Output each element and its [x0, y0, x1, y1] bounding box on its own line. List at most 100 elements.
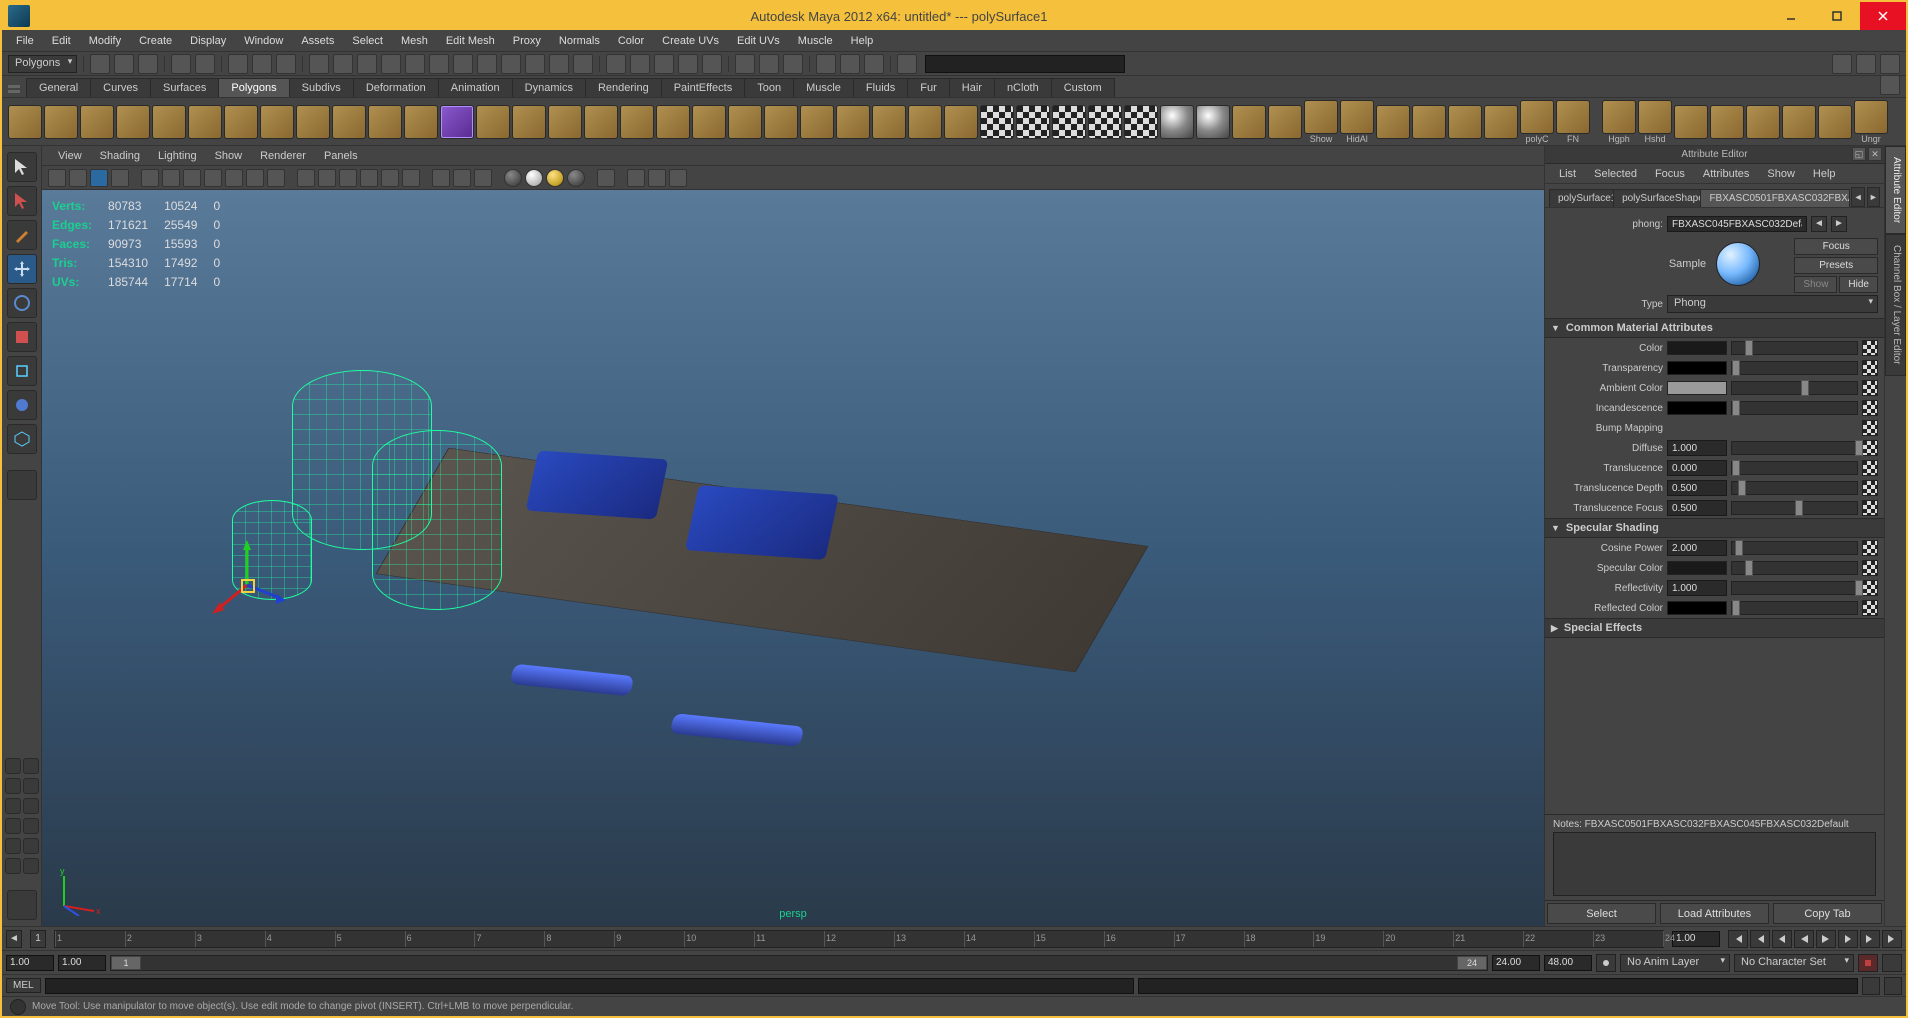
lasso-tool[interactable] — [7, 186, 37, 216]
snap-plane-icon[interactable] — [678, 54, 698, 74]
vp-menu-shading[interactable]: Shading — [92, 148, 148, 164]
script-editor-icon[interactable] — [1862, 977, 1880, 995]
vp-safe-action-icon[interactable] — [246, 169, 264, 187]
vp-image-plane-icon[interactable] — [90, 169, 108, 187]
shelf-button[interactable] — [1818, 105, 1852, 139]
show-button[interactable]: Show — [1794, 276, 1837, 293]
section-special-effects[interactable]: ▶Special Effects — [1545, 618, 1884, 638]
vp-wireframe-icon[interactable] — [297, 169, 315, 187]
scale-tool[interactable] — [7, 322, 37, 352]
vp-hq-icon[interactable] — [402, 169, 420, 187]
anim-start-field[interactable] — [6, 955, 54, 971]
attr-tab-nav-icon[interactable]: ◄ — [1851, 187, 1864, 207]
vp-gate-mask-icon[interactable] — [204, 169, 222, 187]
color-swatch[interactable] — [1667, 381, 1727, 395]
map-button-icon[interactable] — [1862, 480, 1878, 496]
map-button-icon[interactable] — [1862, 360, 1878, 376]
vp-xray-icon[interactable] — [453, 169, 471, 187]
vp-res-gate-icon[interactable] — [183, 169, 201, 187]
snap-curve-icon[interactable] — [630, 54, 650, 74]
ipr-render-icon[interactable] — [840, 54, 860, 74]
color-swatch[interactable] — [1667, 341, 1727, 355]
play-forward-button[interactable] — [1816, 930, 1836, 948]
value-slider[interactable] — [1731, 441, 1858, 455]
load-attributes-button[interactable]: Load Attributes — [1660, 903, 1769, 924]
menu-create[interactable]: Create — [131, 33, 180, 49]
color-swatch[interactable] — [1667, 561, 1727, 575]
select-mask-icon[interactable] — [405, 54, 425, 74]
rotate-tool[interactable] — [7, 288, 37, 318]
range-menu-icon[interactable] — [1596, 954, 1616, 972]
shelf-button[interactable] — [764, 105, 798, 139]
section-specular-shading[interactable]: ▼Specular Shading — [1545, 518, 1884, 538]
minimize-button[interactable] — [1768, 2, 1814, 30]
map-button-icon[interactable] — [1862, 380, 1878, 396]
select-mask-icon[interactable] — [525, 54, 545, 74]
nav-fwd-icon[interactable]: ► — [1831, 216, 1847, 232]
history-icon[interactable] — [735, 54, 755, 74]
vp-field-chart-icon[interactable] — [225, 169, 243, 187]
attr-tab[interactable]: polySurface1 — [1549, 189, 1614, 207]
shelf-button[interactable] — [440, 105, 474, 139]
shelf-button[interactable] — [8, 105, 42, 139]
vp-misc-icon[interactable] — [669, 169, 687, 187]
shelf-button[interactable] — [1160, 105, 1194, 139]
shelf-tab-toon[interactable]: Toon — [744, 78, 794, 97]
shelf-button-hidal[interactable] — [1340, 100, 1374, 134]
attr-menu-show[interactable]: Show — [1759, 166, 1803, 182]
shelf-button[interactable] — [1484, 105, 1518, 139]
shelf-button[interactable] — [1124, 105, 1158, 139]
shelf-button-polyc[interactable] — [1520, 100, 1554, 134]
shelf-button-hshd[interactable] — [1638, 100, 1672, 134]
sidebar-toggle-icon[interactable] — [1832, 54, 1852, 74]
anim-end-field[interactable] — [1544, 955, 1592, 971]
character-set-dropdown[interactable]: No Character Set — [1734, 954, 1854, 972]
select-by-object-icon[interactable] — [252, 54, 272, 74]
layout-icon[interactable] — [23, 798, 39, 814]
shelf-tab-curves[interactable]: Curves — [90, 78, 151, 97]
layout-icon[interactable] — [23, 838, 39, 854]
shelf-tab-animation[interactable]: Animation — [438, 78, 513, 97]
menu-edit[interactable]: Edit — [44, 33, 79, 49]
range-slider-track[interactable]: 1 24 — [110, 955, 1488, 971]
shelf-tab-muscle[interactable]: Muscle — [793, 78, 854, 97]
shelf-tab-deformation[interactable]: Deformation — [353, 78, 439, 97]
vp-menu-lighting[interactable]: Lighting — [150, 148, 205, 164]
material-sample-swatch[interactable] — [1716, 242, 1760, 286]
layout-icon[interactable] — [23, 858, 39, 874]
shelf-menu-icon[interactable] — [1880, 75, 1900, 95]
input-field-icon[interactable] — [897, 54, 917, 74]
vp-misc-icon[interactable] — [648, 169, 666, 187]
shelf-button[interactable] — [548, 105, 582, 139]
shelf-button-ungr[interactable] — [1854, 100, 1888, 134]
shelf-button[interactable] — [872, 105, 906, 139]
step-back-key-button[interactable] — [1750, 930, 1770, 948]
tool-settings-toggle-icon[interactable] — [1880, 54, 1900, 74]
shelf-button[interactable] — [1052, 105, 1086, 139]
shelf-tab-fluids[interactable]: Fluids — [853, 78, 908, 97]
value-slider[interactable] — [1731, 501, 1858, 515]
shelf-button[interactable] — [980, 105, 1014, 139]
shelf-button[interactable] — [116, 105, 150, 139]
shelf-button[interactable] — [152, 105, 186, 139]
shelf-button[interactable] — [584, 105, 618, 139]
shelf-button[interactable] — [1412, 105, 1446, 139]
time-slider[interactable]: ◄ 1 123456789101112131415161718192021222… — [2, 926, 1906, 950]
value-slider[interactable] — [1731, 561, 1858, 575]
shelf-tab-rendering[interactable]: Rendering — [585, 78, 662, 97]
shelf-button[interactable] — [908, 105, 942, 139]
vp-menu-view[interactable]: View — [50, 148, 90, 164]
side-tab-channel-box[interactable]: Channel Box / Layer Editor — [1885, 234, 1906, 376]
shelf-button-fn[interactable] — [1556, 100, 1590, 134]
shelf-button[interactable] — [944, 105, 978, 139]
select-button[interactable]: Select — [1547, 903, 1656, 924]
shelf-tab-hair[interactable]: Hair — [949, 78, 995, 97]
vp-renderer-icon[interactable] — [597, 169, 615, 187]
menu-create-uvs[interactable]: Create UVs — [654, 33, 727, 49]
vp-textured-icon[interactable] — [339, 169, 357, 187]
shelf-button[interactable] — [1016, 105, 1050, 139]
shelf-button[interactable] — [260, 105, 294, 139]
playback-end-field[interactable] — [1492, 955, 1540, 971]
menu-edit-uvs[interactable]: Edit UVs — [729, 33, 788, 49]
go-to-end-button[interactable] — [1882, 930, 1902, 948]
